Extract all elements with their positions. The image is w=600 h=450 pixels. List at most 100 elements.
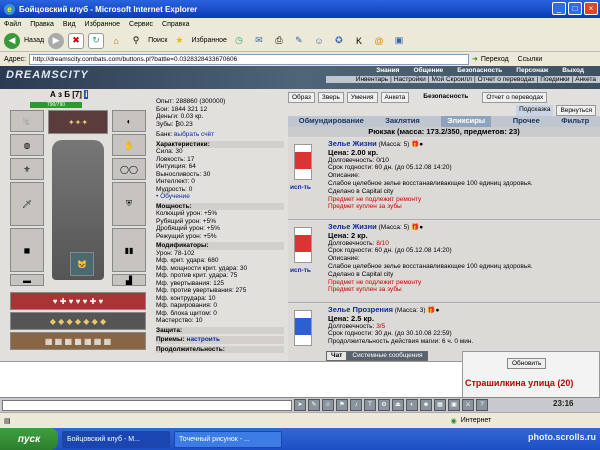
techniques-header[interactable]: Приемы:	[156, 336, 185, 343]
nav-knowledge[interactable]: Знания	[376, 67, 399, 74]
menu-tools[interactable]: Сервис	[129, 21, 153, 28]
skills-button[interactable]: Умения	[346, 92, 378, 103]
tab-spells[interactable]: Заклятия	[385, 116, 420, 127]
translit-icon[interactable]: T	[364, 399, 376, 411]
bank-select-link[interactable]: выбрать счёт	[174, 131, 214, 138]
research-icon[interactable]: K	[351, 33, 367, 49]
item-name[interactable]: Зелье Прозрения	[328, 305, 393, 314]
tab-equipment[interactable]: Обмундирование	[299, 116, 364, 127]
tab-chat[interactable]: Чат	[326, 351, 348, 361]
characteristics-header[interactable]: Характеристики:	[156, 140, 284, 148]
search-button-label[interactable]: Поиск	[148, 37, 167, 44]
character-name[interactable]: А з Б	[50, 90, 70, 99]
mail-icon[interactable]: ✉	[251, 33, 267, 49]
nav-inventory[interactable]: Инвентарь	[356, 76, 388, 83]
nav-security[interactable]: Безопасность	[457, 67, 502, 74]
info-icon[interactable]: i	[84, 90, 89, 99]
go-button[interactable]: Переход	[481, 56, 509, 63]
tab-other[interactable]: Прочее	[513, 116, 540, 127]
techniques-config-link[interactable]: настроить	[187, 336, 220, 343]
menu-favorites[interactable]: Избранное	[85, 21, 120, 28]
chat-mode-icon[interactable]: ◐	[406, 399, 418, 411]
amulet-slot[interactable]: ⚜	[10, 158, 44, 180]
refresh-icon[interactable]: ↻	[88, 32, 105, 49]
menu-view[interactable]: Вид	[63, 21, 76, 28]
nav-transfers[interactable]: Отчет о переводах	[478, 76, 535, 83]
gloves-slot[interactable]: ✋	[112, 134, 146, 156]
maximize-button[interactable]: □	[568, 2, 582, 15]
discuss-icon[interactable]: ☺	[311, 33, 327, 49]
tab-filter[interactable]: Фильтр	[561, 116, 589, 127]
start-button[interactable]: пуск	[0, 428, 58, 450]
menu-file[interactable]: Файл	[4, 21, 21, 28]
go-arrow-icon[interactable]: ➜	[472, 55, 478, 63]
defense-header[interactable]: Защита:	[156, 326, 284, 334]
potion-slots-row1[interactable]: ♥ ✚ ♥ ♥ ♥ ✚ ♥	[10, 292, 146, 310]
task-paint-window[interactable]: Точечный рисунок - ...	[174, 430, 282, 448]
pet-slot[interactable]: 🐱	[70, 252, 94, 276]
filter-icon[interactable]: ⚑	[336, 399, 348, 411]
sound-icon[interactable]: ♪	[350, 399, 362, 411]
clear-icon[interactable]: ✎	[308, 399, 320, 411]
send-icon[interactable]: ➤	[294, 399, 306, 411]
print-icon[interactable]: ⎙	[271, 33, 287, 49]
chat-input[interactable]	[2, 399, 292, 411]
training-link[interactable]: • Обучение	[156, 193, 190, 200]
home-icon[interactable]: ⌂	[108, 33, 124, 49]
refresh-online-button[interactable]: Обновить	[507, 358, 547, 369]
weapon-slot[interactable]: 🗡	[10, 182, 44, 226]
leggings-slot[interactable]: ▮▮	[112, 228, 146, 272]
edit-icon[interactable]: ✎	[291, 33, 307, 49]
back-arrow-icon[interactable]: ◀	[4, 32, 20, 49]
security-label[interactable]: Безопасность	[420, 92, 471, 103]
search-icon[interactable]: ⚲	[128, 33, 144, 49]
fight-icon[interactable]: ⚔	[462, 399, 474, 411]
tab-system-messages[interactable]: Системные сообщения	[347, 351, 428, 361]
item-name[interactable]: Зелье Жизни	[328, 222, 377, 231]
chat-area[interactable]	[0, 361, 462, 397]
favorites-star-icon[interactable]: ★	[171, 33, 187, 49]
use-link[interactable]: исп-ть	[290, 184, 311, 192]
quest-icon[interactable]: ?	[476, 399, 488, 411]
duration-header[interactable]: Продолжительность:	[156, 345, 284, 353]
map-icon[interactable]: ▦	[434, 399, 446, 411]
back-button-label[interactable]: Назад	[24, 37, 44, 44]
helmet-slot[interactable]: 🐘	[10, 110, 44, 132]
power-header[interactable]: Мощность:	[156, 202, 284, 210]
bracers-slot[interactable]: ◐	[112, 110, 146, 132]
at-icon[interactable]: @	[371, 33, 387, 49]
use-link[interactable]: исп-ть	[290, 267, 311, 275]
toolbar-extra-icon[interactable]: ▣	[391, 33, 407, 49]
boots-slot[interactable]: ▟	[112, 274, 146, 286]
friends-icon[interactable]: ☻	[420, 399, 432, 411]
belt-slot[interactable]: ▬	[10, 274, 44, 286]
nav-fights[interactable]: Поединки	[540, 76, 569, 83]
modifiers-header[interactable]: Модификаторы:	[156, 242, 284, 250]
quick-slots-row[interactable]: ▦ ▦ ▦ ▦ ▦ ▦ ▦	[10, 332, 146, 350]
minimize-button[interactable]: _	[552, 2, 566, 15]
nav-exit[interactable]: Выход	[562, 67, 584, 74]
forward-arrow-icon[interactable]: ▶	[48, 32, 65, 49]
nav-communication[interactable]: Общение	[413, 67, 443, 74]
exit-icon[interactable]: ⏏	[392, 399, 404, 411]
transfers-report-button[interactable]: Отчет о переводах	[482, 92, 548, 103]
nav-profile[interactable]: Анкета	[575, 76, 596, 83]
history-icon[interactable]: ◷	[231, 33, 247, 49]
earrings-slot[interactable]: ◍	[10, 134, 44, 156]
menu-edit[interactable]: Правка	[30, 21, 54, 28]
links-button[interactable]: Ссылки	[518, 56, 543, 63]
belt-items-slot[interactable]: ✦✦✦	[48, 110, 108, 134]
favorites-button-label[interactable]: Избранное	[191, 37, 226, 44]
close-button[interactable]: ×	[584, 2, 598, 15]
inventory-icon[interactable]: ▣	[448, 399, 460, 411]
return-button[interactable]: Вернуться	[556, 105, 596, 116]
image-button[interactable]: Образ	[288, 92, 315, 103]
rings-slot[interactable]: ◯◯	[112, 158, 146, 180]
address-input[interactable]: http://dreamscity.combats.com/buttons.pl…	[28, 53, 469, 65]
menu-help[interactable]: Справка	[162, 21, 189, 28]
armor-slot[interactable]: ◼	[10, 228, 44, 272]
stop-icon[interactable]: ✖	[68, 32, 85, 49]
scroll-slots-row[interactable]: ◆ ◆ ◆ ◆ ◆ ◆ ◆	[10, 312, 146, 330]
task-ie-window[interactable]: Бойцовский клуб - M...	[62, 430, 170, 448]
item-name[interactable]: Зелье Жизни	[328, 139, 377, 148]
